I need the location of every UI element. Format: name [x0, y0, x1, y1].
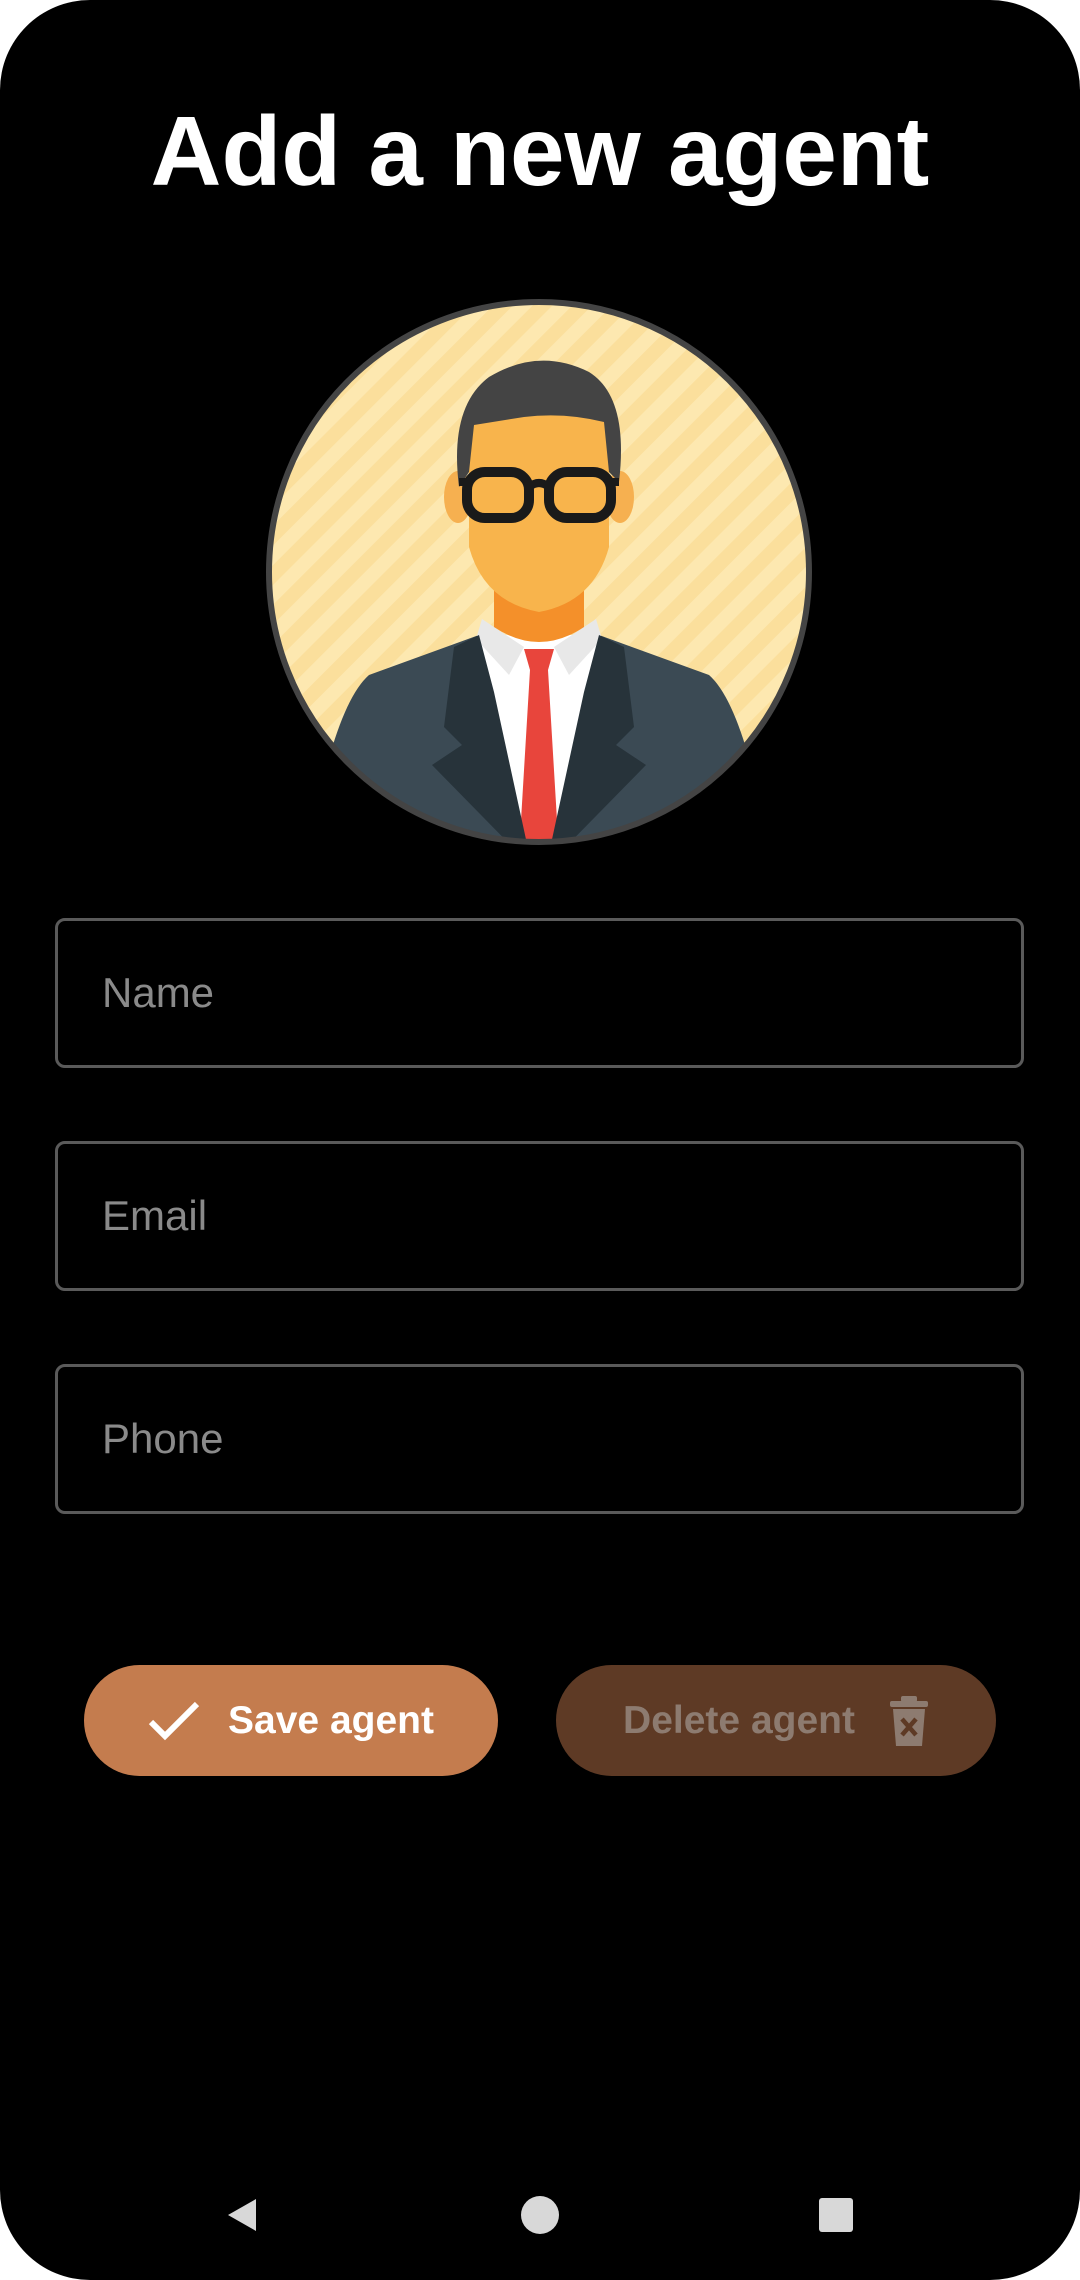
email-input[interactable] [100, 1191, 984, 1241]
trash-icon [889, 1695, 929, 1747]
page-title: Add a new agent [150, 96, 930, 206]
system-navigation-bar [0, 2170, 1080, 2260]
agent-avatar[interactable] [264, 297, 814, 847]
phone-input[interactable] [100, 1414, 984, 1464]
save-agent-button[interactable]: Save agent [84, 1665, 498, 1776]
delete-agent-button[interactable]: Delete agent [556, 1665, 996, 1776]
home-circle-icon[interactable] [505, 2180, 575, 2250]
email-field[interactable] [55, 1141, 1024, 1291]
name-input[interactable] [100, 968, 984, 1018]
save-agent-label: Save agent [228, 1698, 434, 1742]
back-triangle-icon[interactable] [207, 2180, 277, 2250]
recents-square-icon[interactable] [801, 2180, 871, 2250]
businessman-avatar-icon [266, 299, 812, 845]
name-field[interactable] [55, 918, 1024, 1068]
delete-agent-label: Delete agent [623, 1698, 855, 1742]
app-screen: Add a new agent Name Email Phone Save ag… [0, 0, 1080, 2280]
phone-field[interactable] [55, 1364, 1024, 1514]
check-icon [148, 1701, 200, 1741]
